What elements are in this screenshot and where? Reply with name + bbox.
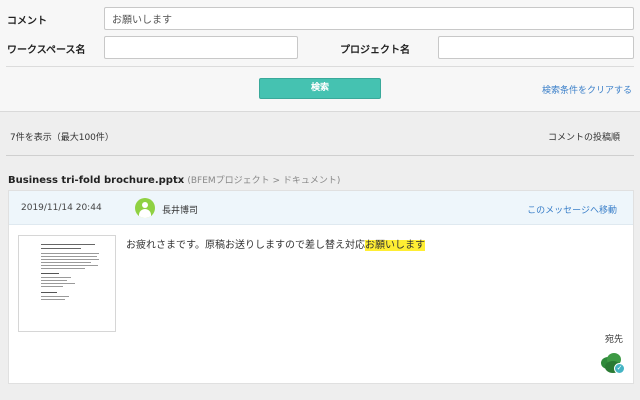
comment-card: 2019/11/14 20:44 長井博司 このメッセージへ移動 お疲れさまです… [8,190,634,384]
divider [6,155,634,156]
comment-text-body: お疲れさまです。原稿お送りしますので差し替え対応 [126,240,365,251]
search-button[interactable]: 検索 [259,78,381,99]
go-to-message-link[interactable]: このメッセージへ移動 [527,203,617,216]
workspace-label: ワークスペース名 [7,45,86,56]
document-title: Business tri-fold brochure.pptx (BFEMプロジ… [8,173,340,186]
document-name-link[interactable]: Business tri-fold brochure.pptx [8,175,184,186]
sort-order-label[interactable]: コメントの投稿順 [548,130,620,143]
comment-header: 2019/11/14 20:44 長井博司 このメッセージへ移動 [9,191,633,225]
comment-label: コメント [7,16,47,27]
divider [6,66,634,67]
project-label: プロジェクト名 [340,45,410,56]
comment-text: お疲れさまです。原稿お送りしますので差し替え対応お願いします [126,236,425,251]
check-badge-icon: ✓ [614,363,625,374]
tree-avatar-icon[interactable]: ✓ [601,353,625,375]
highlighted-match: お願いします [365,240,425,251]
comment-input[interactable] [104,7,634,30]
default-user-avatar-icon [135,198,155,218]
search-panel: コメント ワークスペース名 プロジェクト名 検索 検索条件をクリアする [0,0,640,112]
project-input[interactable] [438,36,634,59]
recipients-label: 宛先 [604,335,623,345]
workspace-input[interactable] [104,36,298,59]
comment-date: 2019/11/14 20:44 [21,203,102,213]
result-count: 7件を表示（最大100件） [10,133,114,143]
clear-conditions-link[interactable]: 検索条件をクリアする [542,83,632,96]
document-path: (BFEMプロジェクト > ドキュメント) [187,176,341,186]
comment-author[interactable]: 長井博司 [162,203,198,216]
document-thumbnail[interactable] [18,235,116,332]
